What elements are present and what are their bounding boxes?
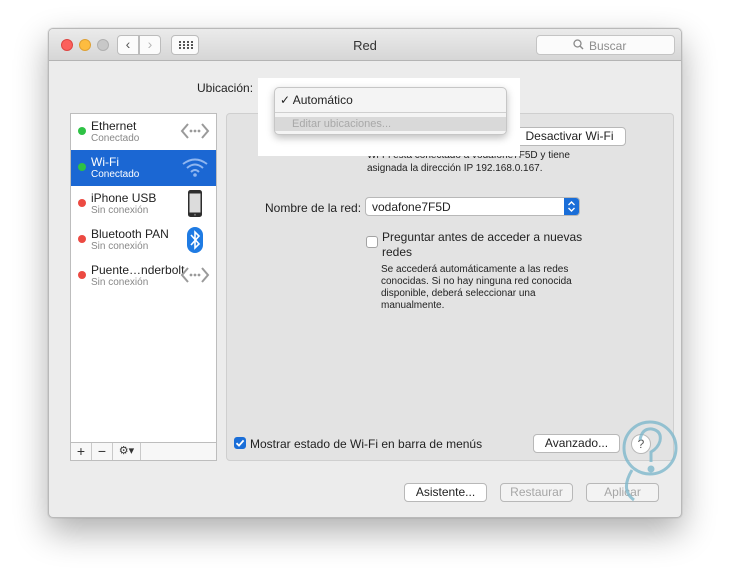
menu-item-edit-locations[interactable]: Editar ubicaciones... (275, 117, 506, 131)
service-name: Wi-Fi (91, 155, 119, 169)
search-placeholder: Buscar (589, 39, 627, 53)
service-name: iPhone USB (91, 191, 157, 205)
thunderbolt-bridge-icon (180, 267, 210, 283)
menu-item-label: Automático (292, 93, 353, 107)
checkmark-icon: ✓ (280, 93, 293, 107)
service-status: Sin conexión (91, 205, 149, 216)
service-item-wifi[interactable]: Wi-Fi Conectado (71, 150, 216, 186)
advanced-button[interactable]: Avanzado... (533, 434, 620, 453)
location-label: Ubicación: (197, 81, 254, 95)
network-name-label: Nombre de la red: (265, 201, 362, 215)
show-wifi-status-checkbox[interactable] (234, 437, 246, 449)
network-name-value: vodafone7F5D (372, 200, 451, 214)
titlebar: ‹ › Red Buscar (49, 29, 681, 61)
wifi-icon (182, 158, 208, 177)
service-status: Conectado (91, 169, 140, 180)
search-icon (573, 39, 584, 50)
service-list-toolbar: + − ⚙▾ (70, 442, 217, 461)
add-service-button[interactable]: + (71, 443, 92, 460)
remove-service-button[interactable]: − (92, 443, 113, 460)
toggle-wifi-button[interactable]: Desactivar Wi-Fi (513, 127, 626, 146)
location-menu: ✓ Automático Editar ubicaciones... (274, 87, 507, 135)
menu-separator (275, 112, 506, 113)
network-name-select[interactable]: vodafone7F5D (365, 197, 580, 216)
menu-item-automatic[interactable]: ✓ Automático (280, 93, 353, 107)
service-item-ethernet[interactable]: Ethernet Conectado (71, 114, 216, 150)
service-name: Ethernet (91, 119, 137, 133)
service-item-thunderbolt-bridge[interactable]: Puente…nderbolt Sin conexión (71, 258, 216, 294)
checkmark-icon (235, 439, 245, 447)
service-actions-button[interactable]: ⚙▾ (113, 443, 141, 460)
wifi-status-line: asignada la dirección IP 192.168.0.167. (367, 163, 543, 174)
status-dot (78, 163, 86, 171)
service-status: Sin conexión (91, 241, 149, 252)
ask-join-networks-hint: Se accederá automáticamente a las redes … (381, 264, 572, 311)
help-watermark-icon (622, 420, 678, 502)
select-arrows-icon (564, 198, 579, 215)
iphone-icon (188, 190, 202, 217)
service-status: Sin conexión (91, 277, 149, 288)
ethernet-icon (180, 123, 210, 139)
show-wifi-status-label: Mostrar estado de Wi-Fi en barra de menú… (250, 437, 483, 451)
service-item-bluetooth-pan[interactable]: Bluetooth PAN Sin conexión (71, 222, 216, 258)
status-dot (78, 127, 86, 135)
ask-join-networks-checkbox[interactable] (366, 236, 378, 248)
status-dot (78, 271, 86, 279)
search-field[interactable]: Buscar (536, 35, 675, 55)
service-list: Ethernet Conectado Wi-Fi Conectado iPhon… (70, 113, 217, 461)
ask-join-networks-label: Preguntar antes de acceder a nuevas rede… (382, 230, 583, 259)
revert-button[interactable]: Restaurar (500, 483, 573, 502)
service-item-iphone-usb[interactable]: iPhone USB Sin conexión (71, 186, 216, 222)
status-dot (78, 199, 86, 207)
service-name: Bluetooth PAN (91, 227, 169, 241)
bluetooth-icon (187, 227, 203, 253)
status-dot (78, 235, 86, 243)
service-status: Conectado (91, 133, 140, 144)
service-name: Puente…nderbolt (91, 263, 185, 277)
assistant-button[interactable]: Asistente... (404, 483, 487, 502)
